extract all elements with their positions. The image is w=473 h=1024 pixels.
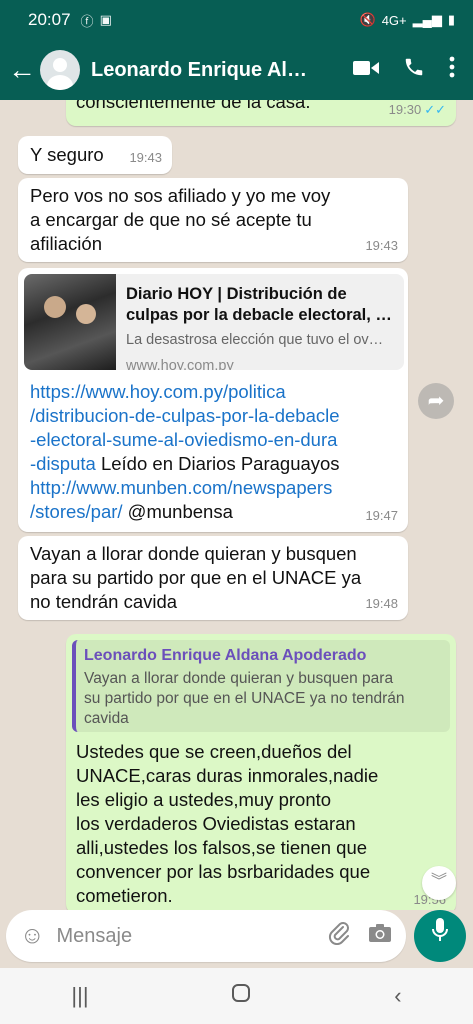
message-text: Y seguro bbox=[30, 144, 104, 165]
quoted-text: Vayan a llorar donde quieran y busquen p… bbox=[84, 670, 405, 727]
message-line: Pero vos no sos afiliado y yo me voy bbox=[30, 185, 331, 206]
message-bubble-outgoing[interactable]: conscientemente de la casa. 19:30 ✓✓ bbox=[66, 100, 456, 126]
avatar[interactable] bbox=[40, 50, 80, 90]
chat-header: ← Leonardo Enrique Alda… bbox=[0, 40, 473, 100]
message-time: 19:43 bbox=[129, 150, 162, 165]
read-ticks-icon: ✓✓ bbox=[424, 102, 446, 117]
status-time: 20:07 bbox=[28, 10, 71, 29]
link-preview-url: www.hoy.com.py bbox=[126, 358, 234, 370]
system-nav-bar: ||| ‹ bbox=[0, 968, 473, 1024]
gallery-icon: ▣ bbox=[99, 12, 112, 27]
message-line: no tendrán cavida bbox=[30, 591, 178, 612]
emoji-icon[interactable]: ☺ bbox=[20, 922, 45, 950]
message-bubble-link[interactable]: Diario HOY | Distribución de culpas por … bbox=[18, 268, 408, 532]
message-line: los verdaderos Oviedistas estaran bbox=[76, 813, 356, 834]
quoted-author: Leonardo Enrique Aldana Apoderado bbox=[84, 647, 367, 664]
back-arrow-icon[interactable]: ← bbox=[8, 56, 36, 84]
message-time: 19:47 bbox=[365, 508, 398, 523]
message-link[interactable]: https://www.hoy.com.py/politica bbox=[30, 380, 402, 404]
paperclip-icon[interactable] bbox=[328, 921, 350, 951]
message-text: Leído en Diarios Paraguayos bbox=[95, 453, 340, 474]
signal-icon: ▂▄▆ bbox=[412, 12, 442, 27]
microphone-icon[interactable] bbox=[414, 910, 466, 962]
message-time: 19:30 ✓✓ bbox=[388, 102, 446, 117]
more-vert-icon[interactable] bbox=[449, 56, 455, 84]
link-preview-image bbox=[24, 274, 116, 370]
back-nav-icon[interactable]: ‹ bbox=[394, 983, 401, 1009]
quoted-message[interactable]: Leonardo Enrique Aldana Apoderado Vayan … bbox=[72, 640, 450, 732]
link-preview-card[interactable]: Diario HOY | Distribución de culpas por … bbox=[24, 274, 404, 370]
message-link[interactable]: -electoral-sume-al-oviedismo-en-dura bbox=[30, 428, 402, 452]
network-label: 4G+ bbox=[381, 12, 407, 28]
message-time: 19:43 bbox=[365, 238, 398, 253]
message-input[interactable] bbox=[56, 924, 287, 948]
phone-icon[interactable] bbox=[403, 56, 425, 84]
message-time: 19:48 bbox=[365, 596, 398, 611]
forward-icon[interactable]: ➦ bbox=[418, 383, 454, 419]
message-bubble-incoming[interactable]: Y seguro 19:43 bbox=[18, 136, 172, 174]
message-line: a encargar de que no sé acepte tu bbox=[30, 209, 312, 230]
camera-icon[interactable] bbox=[368, 923, 392, 949]
message-line: afiliación bbox=[30, 233, 102, 254]
status-right: 🔇 4G+ ▂▄▆ ▮ bbox=[360, 12, 456, 28]
battery-icon: ▮ bbox=[447, 12, 455, 27]
message-line: para su partido por que en el UNACE ya bbox=[30, 567, 362, 588]
message-bubble-outgoing[interactable]: Leonardo Enrique Aldana Apoderado Vayan … bbox=[66, 634, 456, 910]
message-link[interactable]: /distribucion-de-culpas-por-la-debacle bbox=[30, 404, 402, 428]
message-link[interactable]: /stores/par/ bbox=[30, 501, 123, 522]
chat-area[interactable]: conscientemente de la casa. 19:30 ✓✓ Y se… bbox=[0, 100, 473, 910]
scroll-down-chevron-icon[interactable]: ︾ bbox=[422, 866, 456, 900]
contact-name[interactable]: Leonardo Enrique Alda… bbox=[91, 59, 319, 82]
message-text: conscientemente de la casa. bbox=[76, 100, 311, 112]
status-bar: 20:07 ⓕ ▣ 🔇 4G+ ▂▄▆ ▮ bbox=[0, 0, 473, 40]
facebook-icon: ⓕ bbox=[80, 13, 94, 29]
mute-icon: 🔇 bbox=[359, 12, 376, 27]
link-preview-description: La desastrosa elección que tuvo el ov… bbox=[126, 332, 384, 348]
message-line: convencer por las bsrbaridades que bbox=[76, 861, 371, 882]
home-icon[interactable] bbox=[231, 983, 251, 1009]
message-line: les eligio a ustedes,muy pronto bbox=[76, 789, 332, 810]
message-line: Ustedes que se creen,dueños del bbox=[76, 741, 352, 762]
message-line: alli,ustedes los falsos,se tienen que bbox=[76, 837, 368, 858]
message-link[interactable]: -disputa bbox=[30, 453, 96, 474]
recent-apps-icon[interactable]: ||| bbox=[71, 983, 88, 1009]
link-preview-title: Diario HOY | Distribución de culpas por … bbox=[126, 285, 392, 324]
video-call-icon[interactable] bbox=[353, 57, 379, 83]
message-line: cometieron. bbox=[76, 885, 173, 906]
message-link[interactable]: http://www.munben.com/newspapers bbox=[30, 476, 402, 500]
header-actions bbox=[353, 56, 465, 84]
message-bubble-incoming[interactable]: Pero vos no sos afiliado y yo me voy a e… bbox=[18, 178, 408, 262]
message-line: Vayan a llorar donde quieran y busquen bbox=[30, 543, 357, 564]
message-mention: @munbensa bbox=[122, 501, 233, 522]
message-composer: ☺ bbox=[6, 910, 406, 962]
message-bubble-incoming[interactable]: Vayan a llorar donde quieran y busquen p… bbox=[18, 536, 408, 620]
message-line: UNACE,caras duras inmorales,nadie bbox=[76, 765, 379, 786]
